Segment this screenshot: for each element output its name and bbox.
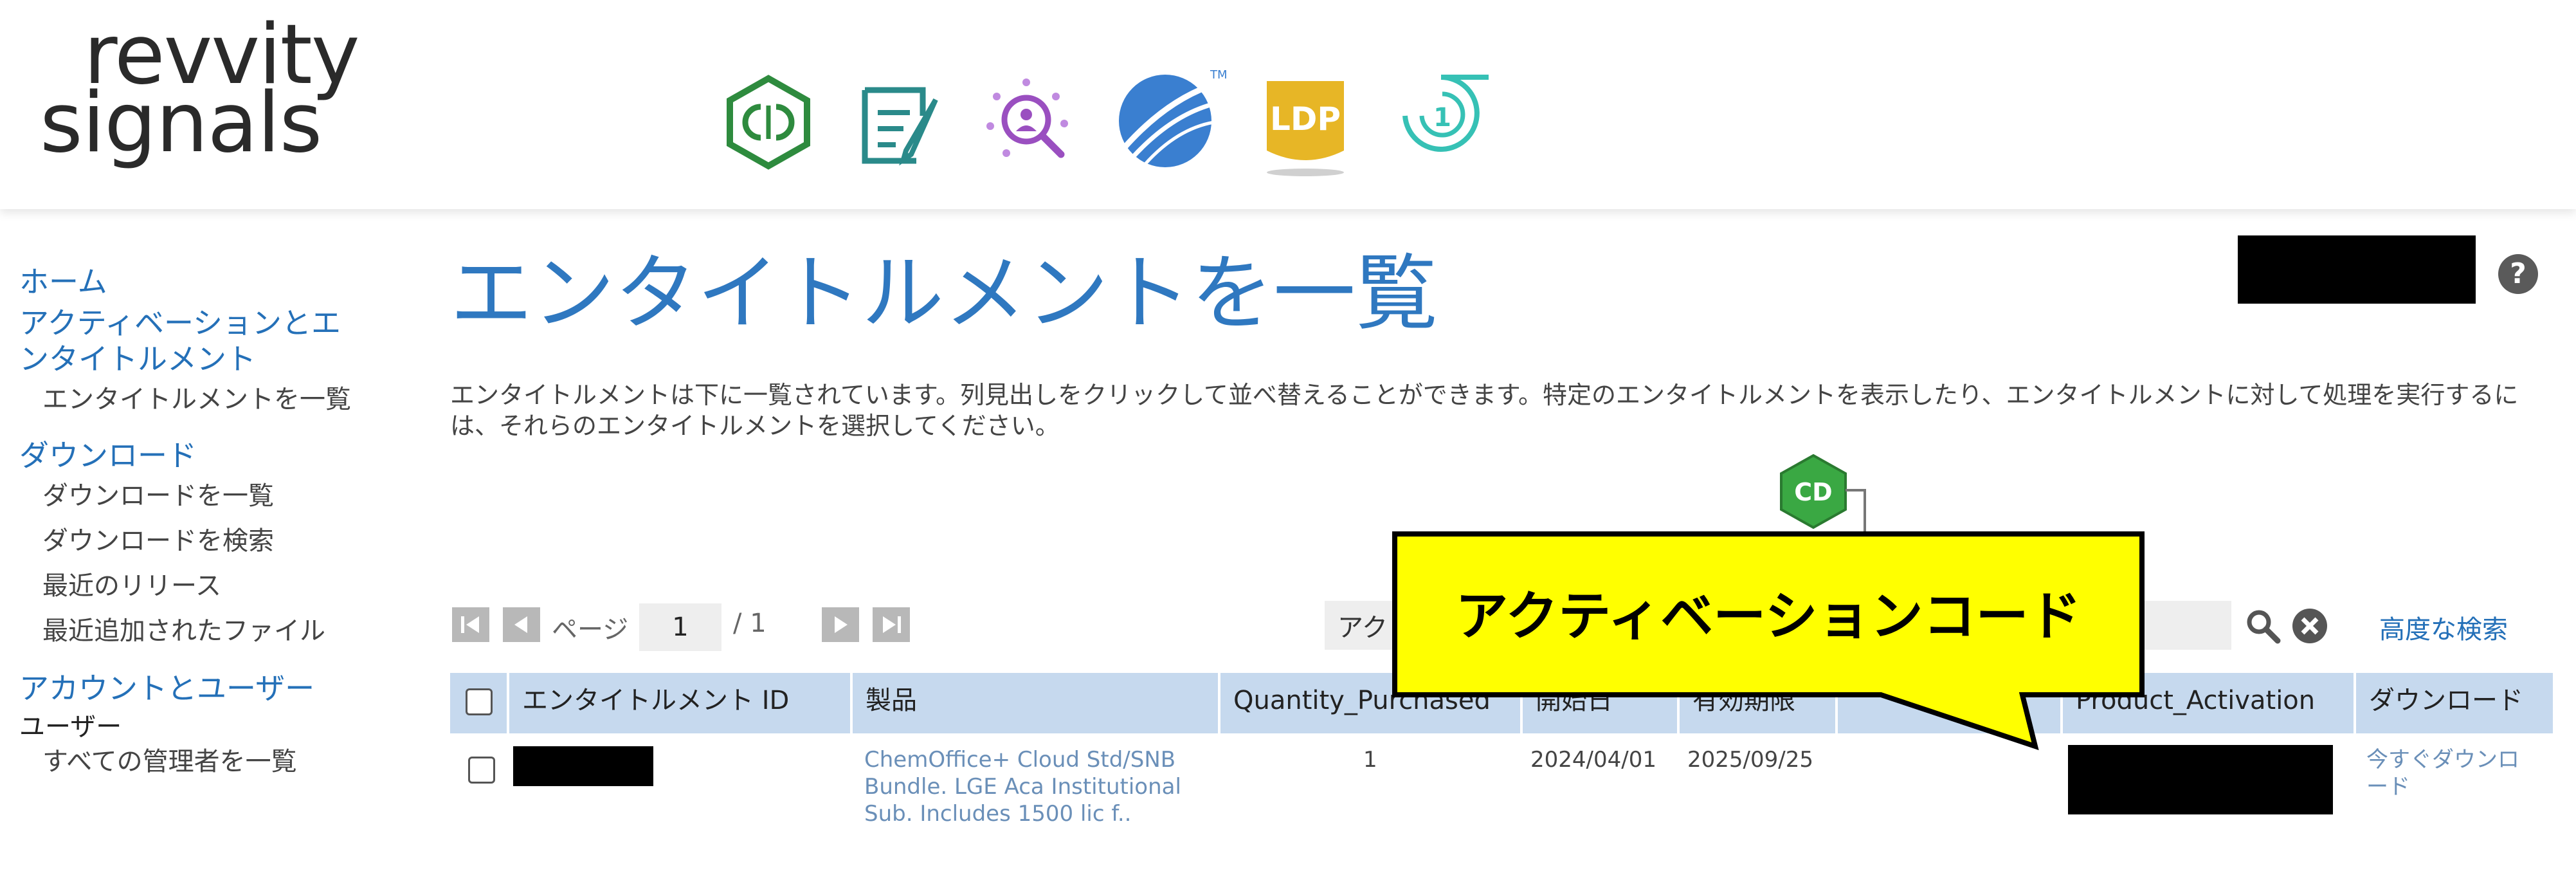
row-download-link[interactable]: 今すぐダウンロ ード bbox=[2366, 746, 2519, 800]
column-header-product[interactable]: 製品 bbox=[853, 673, 1220, 733]
advanced-search-link[interactable]: 高度な検索 bbox=[2379, 609, 2508, 646]
product-line3: Sub. Includes 1500 lic f.. bbox=[864, 801, 1132, 827]
cd-badge-label: CD bbox=[1794, 478, 1832, 506]
download-line1: 今すぐダウンロ bbox=[2366, 747, 2519, 773]
redacted-user-box bbox=[2238, 235, 2476, 304]
blue-ball-icon[interactable]: TM bbox=[1106, 58, 1228, 174]
sidebar-home-link[interactable]: ホーム bbox=[19, 264, 418, 300]
sidebar-activation-line1: アクティベーションとエ bbox=[19, 306, 341, 340]
sidebar-item-recent-files[interactable]: 最近追加されたファイル bbox=[19, 609, 418, 654]
sidebar-activation-section[interactable]: アクティベーションとエ ンタイトルメント bbox=[19, 305, 418, 377]
one-swirl-icon[interactable]: 1 bbox=[1386, 54, 1501, 170]
first-page-icon[interactable] bbox=[452, 607, 489, 642]
product-line2: Bundle. LGE Aca Institutional bbox=[864, 774, 1181, 800]
ldp-label: LDP bbox=[1270, 100, 1341, 138]
sidebar-item-recent-releases[interactable]: 最近のリリース bbox=[19, 564, 418, 609]
download-line2: ード bbox=[2366, 774, 2410, 800]
pager-total: / 1 bbox=[733, 609, 766, 638]
logo-signals: signals bbox=[40, 75, 322, 171]
prev-page-icon[interactable] bbox=[503, 607, 540, 642]
activation-code-callout: アクティベーションコード bbox=[1392, 531, 2145, 751]
ldp-icon[interactable]: LDP bbox=[1247, 67, 1363, 183]
redacted-entitlement-id bbox=[513, 746, 653, 786]
page-title: エンタイトルメントを一覧 bbox=[450, 246, 1438, 342]
last-page-icon[interactable] bbox=[873, 607, 910, 642]
svg-text:TM: TM bbox=[1210, 68, 1228, 82]
sidebar-activation-line2: ンタイトルメント bbox=[19, 342, 256, 376]
sidebar-item-list-admins[interactable]: すべての管理者を一覧 bbox=[19, 744, 418, 780]
sidebar-item-search-downloads[interactable]: ダウンロードを検索 bbox=[19, 519, 418, 564]
select-all-checkbox[interactable] bbox=[466, 688, 493, 715]
callout-text: アクティベーションコード bbox=[1455, 586, 2081, 647]
pager-label: ページ bbox=[552, 615, 629, 645]
help-icon[interactable]: ? bbox=[2498, 254, 2538, 294]
sidebar-item-list-downloads[interactable]: ダウンロードを一覧 bbox=[19, 473, 418, 519]
column-header-download[interactable]: ダウンロード bbox=[2356, 673, 2553, 733]
row-quantity: 1 bbox=[1363, 747, 1377, 773]
row-product-link[interactable]: ChemOffice+ Cloud Std/SNB Bundle. LGE Ac… bbox=[864, 746, 1199, 827]
chemdraw-hexagon-icon[interactable] bbox=[711, 64, 826, 180]
cd-badge-icon: CD bbox=[1775, 453, 1852, 530]
search-icon[interactable] bbox=[2243, 606, 2283, 646]
next-page-icon[interactable] bbox=[822, 607, 859, 642]
page-number-input[interactable] bbox=[639, 603, 721, 651]
insight-search-icon[interactable] bbox=[971, 64, 1087, 180]
product-line1: ChemOffice+ Cloud Std/SNB bbox=[864, 747, 1176, 773]
row-select-checkbox[interactable] bbox=[468, 757, 495, 784]
sidebar-download-section[interactable]: ダウンロード bbox=[19, 437, 418, 473]
page-description: エンタイトルメントは下に一覧されています。列見出しをクリックして並べ替えることが… bbox=[450, 381, 2519, 440]
one-label: 1 bbox=[1433, 103, 1451, 133]
sidebar-users-label: ユーザー bbox=[19, 712, 122, 742]
clear-search-icon[interactable] bbox=[2290, 606, 2330, 646]
sidebar-account-section[interactable]: アカウントとユーザー bbox=[19, 670, 418, 706]
select-all-cell bbox=[450, 673, 509, 733]
app-header: revvity signals TM LDP 1 bbox=[0, 0, 2576, 209]
notebook-icon[interactable] bbox=[839, 64, 955, 180]
sidebar-item-list-entitlements[interactable]: エンタイトルメントを一覧 bbox=[19, 377, 418, 422]
sidebar-nav: ホーム アクティベーションとエ ンタイトルメント エンタイトルメントを一覧 ダウ… bbox=[19, 264, 418, 780]
column-header-entitlement-id[interactable]: エンタイトルメント ID bbox=[509, 673, 853, 733]
